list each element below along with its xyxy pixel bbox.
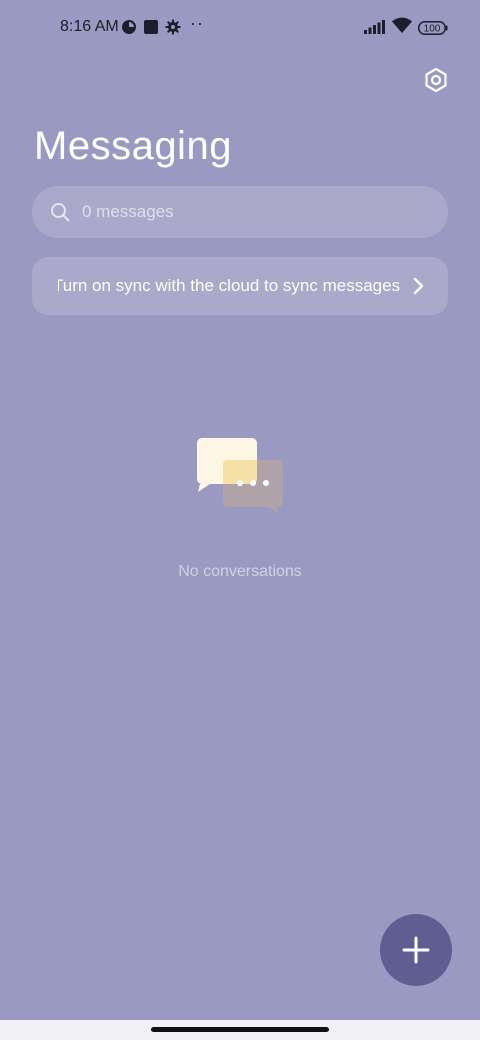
status-overflow-dots: ·· bbox=[190, 13, 204, 33]
chevron-right-icon bbox=[413, 277, 424, 295]
sync-banner[interactable]: Turn on sync with the cloud to sync mess… bbox=[32, 257, 448, 315]
search-input[interactable]: 0 messages bbox=[32, 186, 448, 238]
plus-icon bbox=[402, 936, 430, 964]
battery-icon: 100 bbox=[418, 21, 448, 35]
page-title: Messaging bbox=[34, 124, 232, 168]
sync-banner-text-container: Turn on sync with the cloud to sync mess… bbox=[58, 257, 426, 315]
wifi-icon bbox=[392, 17, 412, 33]
new-conversation-button[interactable] bbox=[380, 914, 452, 986]
search-icon bbox=[51, 203, 70, 222]
battery-level: 100 bbox=[424, 24, 441, 35]
chat-bubbles-icon bbox=[197, 438, 283, 515]
empty-state-text: No conversations bbox=[178, 563, 302, 580]
status-bar: 8:16 AM ·· 100 bbox=[0, 0, 480, 56]
signal-icon bbox=[364, 20, 385, 34]
home-indicator[interactable] bbox=[151, 1027, 329, 1032]
square-app-icon bbox=[144, 20, 158, 34]
hexagon-settings-icon[interactable] bbox=[420, 64, 452, 96]
sync-banner-text: Turn on sync with the cloud to sync mess… bbox=[58, 276, 401, 295]
data-saver-icon bbox=[122, 20, 136, 34]
status-time: 8:16 AM bbox=[60, 18, 119, 35]
search-placeholder: 0 messages bbox=[82, 202, 174, 221]
gear-icon bbox=[165, 19, 181, 35]
